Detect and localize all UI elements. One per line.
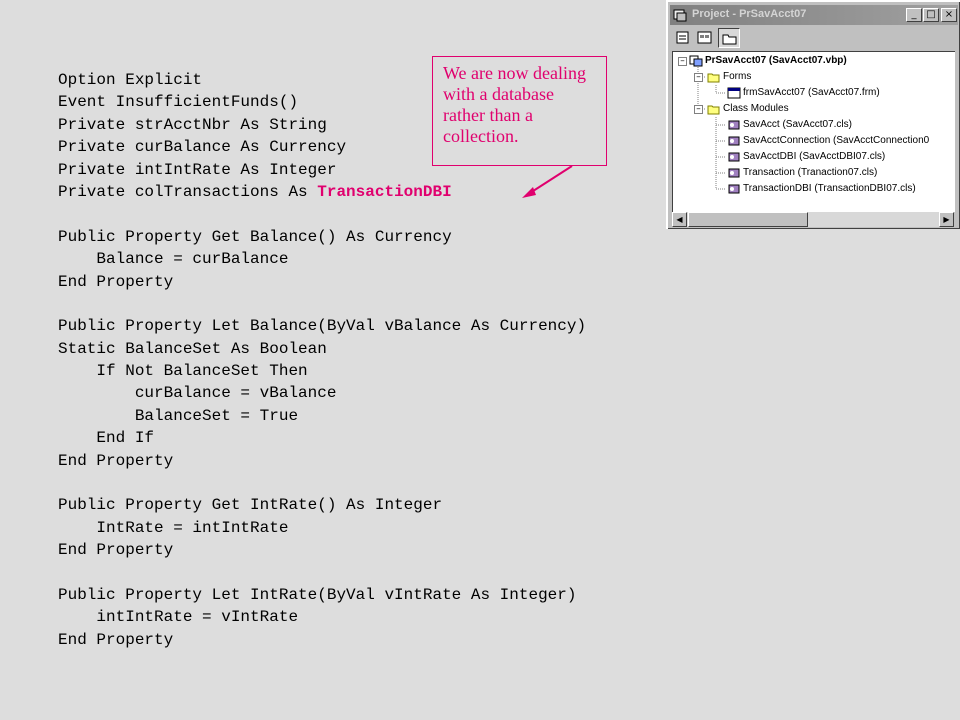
scroll-thumb[interactable] xyxy=(688,212,808,227)
view-code-button[interactable] xyxy=(672,28,694,48)
form-icon xyxy=(727,87,741,99)
collapse-toggle-classes[interactable]: – xyxy=(694,105,703,114)
collapse-toggle-forms[interactable]: – xyxy=(694,73,703,82)
scroll-right-button[interactable]: ▶ xyxy=(939,212,954,227)
project-toolbar xyxy=(672,28,752,48)
tree-item-class-label: SavAcctConnection (SavAcctConnection0 xyxy=(743,135,930,146)
project-node-icon xyxy=(689,55,703,67)
tree-item-forms-label: Forms xyxy=(723,71,752,82)
tree-item-class-4[interactable]: TransactionDBI (TransactionDBI07.cls) xyxy=(727,181,916,197)
folder-icon xyxy=(722,34,737,45)
open-folder-icon xyxy=(707,105,720,115)
title-bar[interactable]: Project - PrSavAcct07 _ □ × xyxy=(670,5,958,25)
tree-item-forms-folder[interactable]: Forms xyxy=(707,69,751,85)
minimize-button[interactable]: _ xyxy=(906,8,922,22)
tree-item-root[interactable]: PrSavAcct07 (SavAcct07.vbp) xyxy=(689,53,847,69)
open-folder-icon xyxy=(707,73,720,83)
view-object-button[interactable] xyxy=(694,28,716,48)
tree-item-class-label: SavAcctDBI (SavAcctDBI07.cls) xyxy=(743,151,886,162)
maximize-button[interactable]: □ xyxy=(923,8,939,22)
class-module-icon xyxy=(728,120,740,130)
toggle-folders-button[interactable] xyxy=(718,28,740,48)
tree-item-root-label: PrSavAcct07 (SavAcct07.vbp) xyxy=(705,55,847,66)
tree-item-class-3[interactable]: Transaction (Tranaction07.cls) xyxy=(727,165,877,181)
tree-item-class-label: TransactionDBI (TransactionDBI07.cls) xyxy=(743,183,916,194)
horizontal-scrollbar[interactable]: ◀ ▶ xyxy=(672,212,954,227)
project-tree: – PrSavAcct07 (SavAcct07.vbp) – Forms fr… xyxy=(672,51,955,212)
class-module-icon xyxy=(728,168,740,178)
class-module-icon xyxy=(728,184,740,194)
tree-item-form-label: frmSavAcct07 (SavAcct07.frm) xyxy=(743,87,880,98)
close-button[interactable]: × xyxy=(941,8,957,22)
window-title: Project - PrSavAcct07 xyxy=(692,8,807,20)
tree-item-class-2[interactable]: SavAcctDBI (SavAcctDBI07.cls) xyxy=(727,149,885,165)
tree-item-class-1[interactable]: SavAcctConnection (SavAcctConnection0 xyxy=(727,133,929,149)
tree-item-class-folder-label: Class Modules xyxy=(723,103,789,114)
tree-item-form[interactable]: frmSavAcct07 (SavAcct07.frm) xyxy=(727,85,880,101)
collapse-toggle-root[interactable]: – xyxy=(678,57,687,66)
project-explorer-window: Project - PrSavAcct07 _ □ × – PrSavAcct0… xyxy=(666,0,960,229)
class-module-icon xyxy=(728,136,740,146)
tree-item-class-folder[interactable]: Class Modules xyxy=(707,101,789,117)
class-module-icon xyxy=(728,152,740,162)
view-object-icon xyxy=(697,31,712,44)
tree-item-class-label: Transaction (Tranaction07.cls) xyxy=(743,167,878,178)
view-code-icon xyxy=(676,31,689,44)
tree-item-class-0[interactable]: SavAcct (SavAcct07.cls) xyxy=(727,117,852,133)
scroll-left-button[interactable]: ◀ xyxy=(672,212,687,227)
project-icon xyxy=(673,9,687,22)
tree-item-class-label: SavAcct (SavAcct07.cls) xyxy=(743,119,852,130)
